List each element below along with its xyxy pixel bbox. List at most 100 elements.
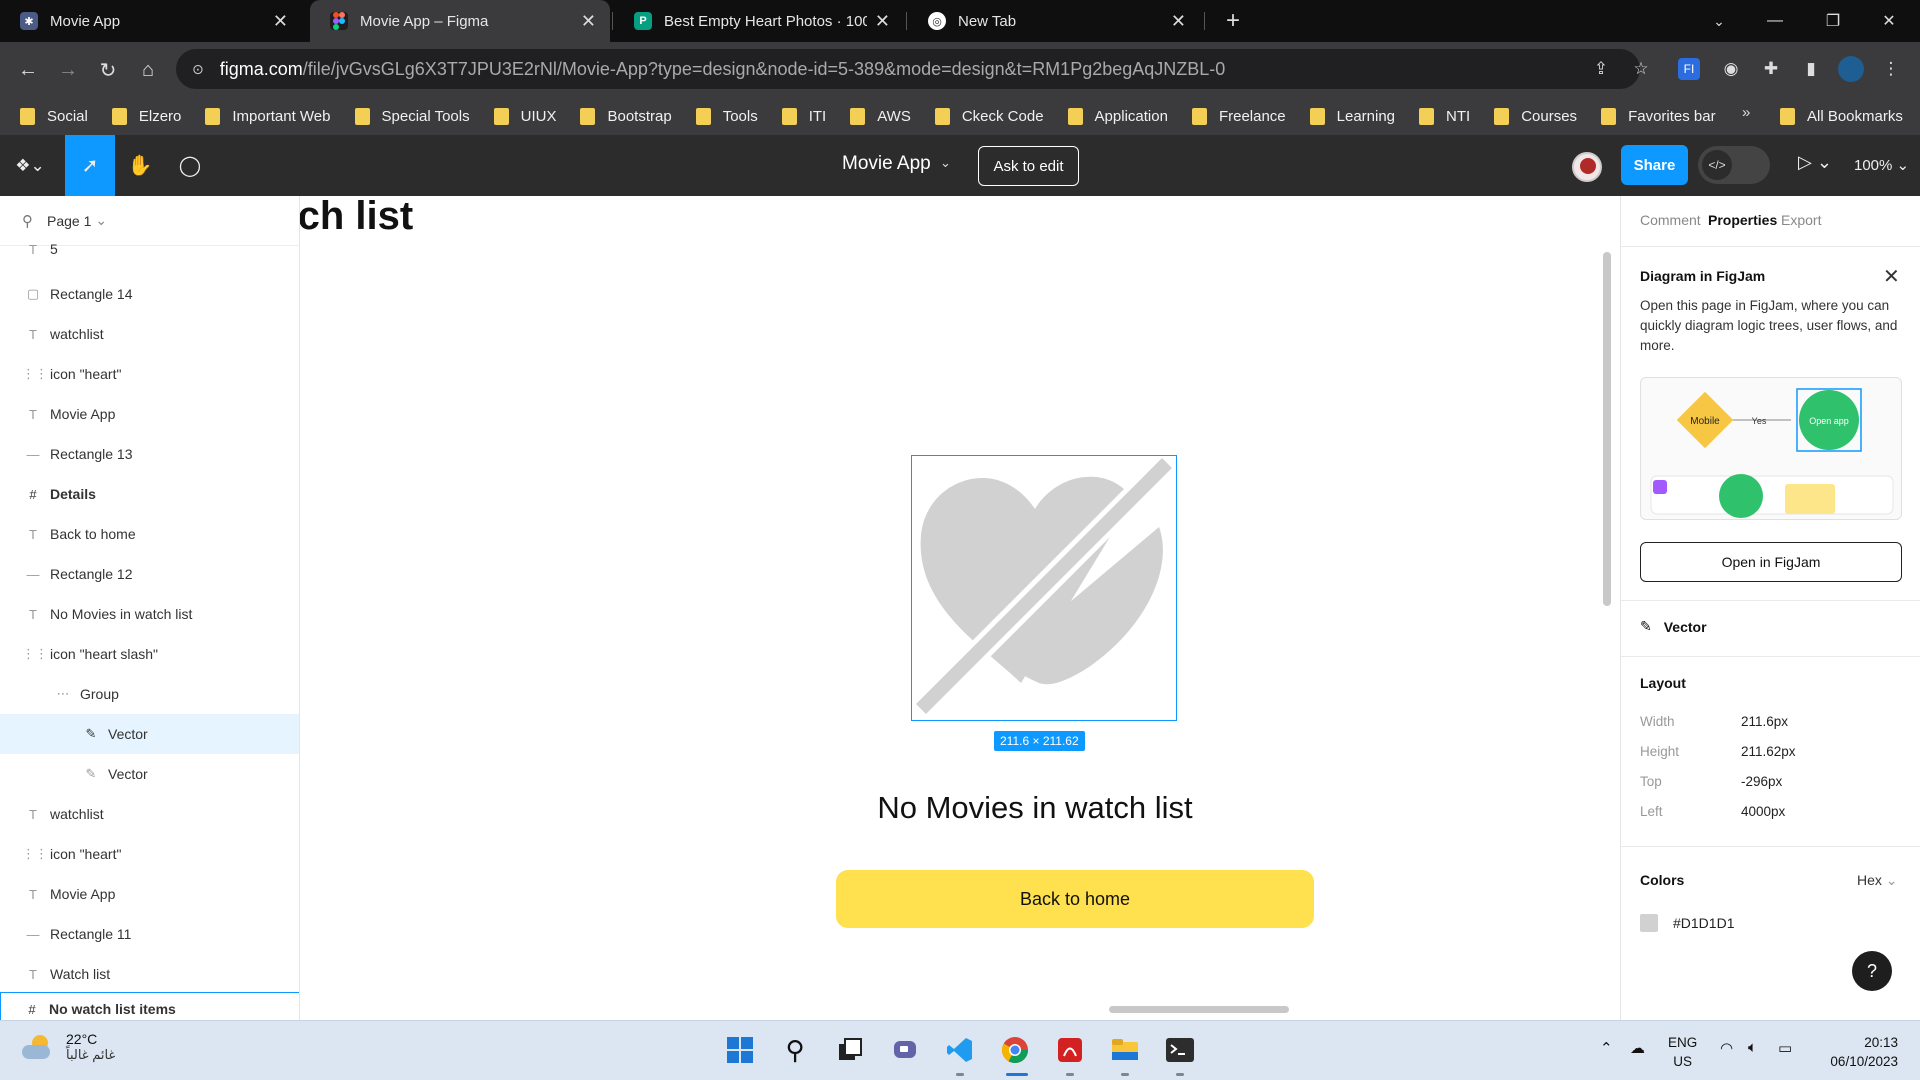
reload-icon[interactable]: ↻ — [92, 54, 124, 86]
target-extension-icon[interactable]: ◉ — [1718, 56, 1744, 82]
vscode-icon[interactable] — [943, 1033, 977, 1067]
system-clock[interactable]: 20:13 06/10/2023 — [1818, 1033, 1898, 1071]
layer-row[interactable]: — Rectangle 13 — [0, 434, 299, 474]
layer-row[interactable]: T No Movies in watch list — [0, 594, 299, 634]
restore-icon[interactable]: ❐ — [1810, 0, 1856, 42]
onedrive-cloud-icon[interactable]: ☁ — [1630, 1039, 1645, 1057]
layer-row[interactable]: — Rectangle 12 — [0, 554, 299, 594]
layer-row[interactable]: T5 — [0, 234, 299, 264]
weather-widget[interactable]: 22°C غائم غالباً — [22, 1031, 115, 1063]
close-icon[interactable]: ✕ — [1883, 264, 1900, 289]
top-value[interactable]: -296px — [1741, 774, 1782, 789]
wifi-icon[interactable]: ◠ — [1720, 1039, 1733, 1057]
back-arrow-icon[interactable]: ← — [12, 54, 44, 86]
bookmark-folder[interactable]: Freelance — [1191, 107, 1286, 125]
tab-movie-app-figma[interactable]: Movie App – Figma ✕ — [310, 0, 610, 42]
close-tab-icon[interactable]: ✕ — [581, 11, 596, 32]
bookmark-folder[interactable]: Important Web — [205, 107, 331, 125]
forward-arrow-icon[interactable]: → — [52, 54, 84, 86]
layer-row[interactable]: ⋮⋮ icon "heart" — [0, 354, 299, 394]
close-tab-icon[interactable]: ✕ — [1171, 11, 1186, 32]
move-tool-icon[interactable]: ➚ — [65, 135, 115, 196]
bookmark-folder[interactable]: Bootstrap — [580, 107, 672, 125]
minimize-icon[interactable]: — — [1752, 0, 1798, 42]
layer-row-frame[interactable]: # No watch list items — [0, 992, 299, 1020]
terminal-icon[interactable] — [1163, 1033, 1197, 1067]
site-info-icon[interactable]: ⊙ — [192, 61, 204, 78]
share-page-icon[interactable]: ⇪ — [1588, 56, 1614, 82]
tab-movie-app[interactable]: ✱ Movie App ✕ — [0, 0, 302, 42]
layer-row[interactable]: Twatchlist — [0, 314, 299, 354]
search-icon[interactable]: ⚲ — [778, 1033, 812, 1067]
tab-properties[interactable]: Properties — [1708, 212, 1777, 228]
layer-row[interactable]: ⋮⋮ icon "heart" — [0, 834, 299, 874]
close-tab-icon[interactable]: ✕ — [875, 11, 890, 32]
input-language-indicator[interactable]: ENG US — [1668, 1033, 1697, 1071]
selection-bounding-box[interactable] — [911, 455, 1177, 721]
layer-row[interactable]: ✎ Vector — [0, 754, 299, 794]
layer-row-selected[interactable]: ✎ Vector — [0, 714, 299, 754]
bookmarks-overflow-chevron[interactable]: » — [1742, 104, 1750, 121]
present-icon[interactable]: ▷ ⌄ — [1798, 152, 1832, 173]
tab-export[interactable]: Export — [1781, 212, 1821, 228]
left-value[interactable]: 4000px — [1741, 804, 1785, 819]
horizontal-scrollbar[interactable] — [1109, 1006, 1289, 1013]
layer-row[interactable]: ⋯ Group — [0, 674, 299, 714]
bookmark-folder[interactable]: ITI — [781, 107, 826, 125]
close-window-icon[interactable]: ✕ — [1866, 0, 1912, 42]
teams-chat-icon[interactable] — [888, 1033, 922, 1067]
figma-main-menu-icon[interactable]: ❖⌄ — [0, 135, 60, 196]
comment-tool-icon[interactable]: ◯ — [165, 135, 215, 196]
file-explorer-icon[interactable] — [1108, 1033, 1142, 1067]
color-format-dropdown[interactable]: Hex ⌄ — [1857, 872, 1898, 889]
bookmark-folder[interactable]: Ckeck Code — [934, 107, 1044, 125]
volume-icon[interactable]: 🔈︎ — [1748, 1039, 1757, 1056]
bookmark-folder[interactable]: Favorites bar — [1601, 107, 1716, 125]
bookmark-folder[interactable]: Application — [1067, 107, 1168, 125]
tab-new-tab[interactable]: ◎ New Tab ✕ — [908, 0, 1200, 42]
back-to-home-button[interactable]: Back to home — [836, 870, 1314, 928]
bookmark-folder[interactable]: UIUX — [493, 107, 556, 125]
layer-row[interactable]: # Details — [0, 474, 299, 514]
layer-row[interactable]: ▢ Rectangle 14 — [0, 274, 299, 314]
address-bar[interactable]: ⊙ figma.com/file/jvGvsGLg6X3T7JPU3E2rNl/… — [176, 49, 1640, 89]
bookmark-folder[interactable]: Social — [20, 107, 88, 125]
user-avatar[interactable] — [1572, 152, 1602, 182]
chrome-icon[interactable] — [998, 1033, 1032, 1067]
layer-row[interactable]: Twatchlist — [0, 794, 299, 834]
file-menu-chevron-icon[interactable]: ⌄ — [940, 155, 951, 171]
browser-menu-icon[interactable]: ⋮ — [1878, 56, 1904, 82]
profile-avatar-icon[interactable] — [1838, 56, 1864, 82]
extensions-puzzle-icon[interactable]: ✚ — [1758, 56, 1784, 82]
layer-row[interactable]: — Rectangle 11 — [0, 914, 299, 954]
layer-row[interactable]: ⋮⋮ icon "heart slash" — [0, 634, 299, 674]
dev-mode-toggle[interactable]: </> — [1698, 146, 1770, 184]
file-title[interactable]: Movie App — [842, 153, 931, 175]
help-button[interactable]: ? — [1852, 951, 1892, 991]
zoom-level[interactable]: 100% ⌄ — [1854, 156, 1909, 174]
layer-row[interactable]: T Movie App — [0, 874, 299, 914]
battery-icon[interactable]: ▭ — [1778, 1039, 1792, 1057]
layer-row[interactable]: T Back to home — [0, 514, 299, 554]
tab-search-chevron-icon[interactable]: ⌄ — [1696, 0, 1742, 42]
layer-row[interactable]: T Watch list — [0, 954, 299, 994]
bookmark-folder[interactable]: AWS — [850, 107, 911, 125]
close-tab-icon[interactable]: ✕ — [273, 11, 288, 32]
ask-to-edit-button[interactable]: Ask to edit — [978, 146, 1079, 186]
open-in-figjam-button[interactable]: Open in FigJam — [1640, 542, 1902, 582]
width-value[interactable]: 211.6px — [1741, 714, 1788, 729]
tab-comment[interactable]: Comment — [1640, 212, 1701, 228]
side-panel-icon[interactable]: ▮ — [1798, 56, 1824, 82]
bookmark-folder[interactable]: Courses — [1494, 107, 1577, 125]
new-tab-icon[interactable]: + — [1210, 0, 1256, 42]
share-button[interactable]: Share — [1621, 145, 1688, 185]
windows-start-icon[interactable] — [723, 1033, 757, 1067]
home-icon[interactable]: ⌂ — [132, 54, 164, 86]
design-canvas[interactable]: atch list 211.6 × 211.62 No Movies in wa… — [300, 196, 1620, 1020]
bookmark-folder[interactable]: NTI — [1419, 107, 1470, 125]
search-icon[interactable]: ⚲ — [22, 212, 33, 230]
all-bookmarks[interactable]: All Bookmarks — [1780, 97, 1903, 135]
hand-tool-icon[interactable]: ✋ — [115, 135, 165, 196]
vertical-scrollbar[interactable] — [1603, 252, 1611, 606]
bookmark-folder[interactable]: Elzero — [111, 107, 181, 125]
